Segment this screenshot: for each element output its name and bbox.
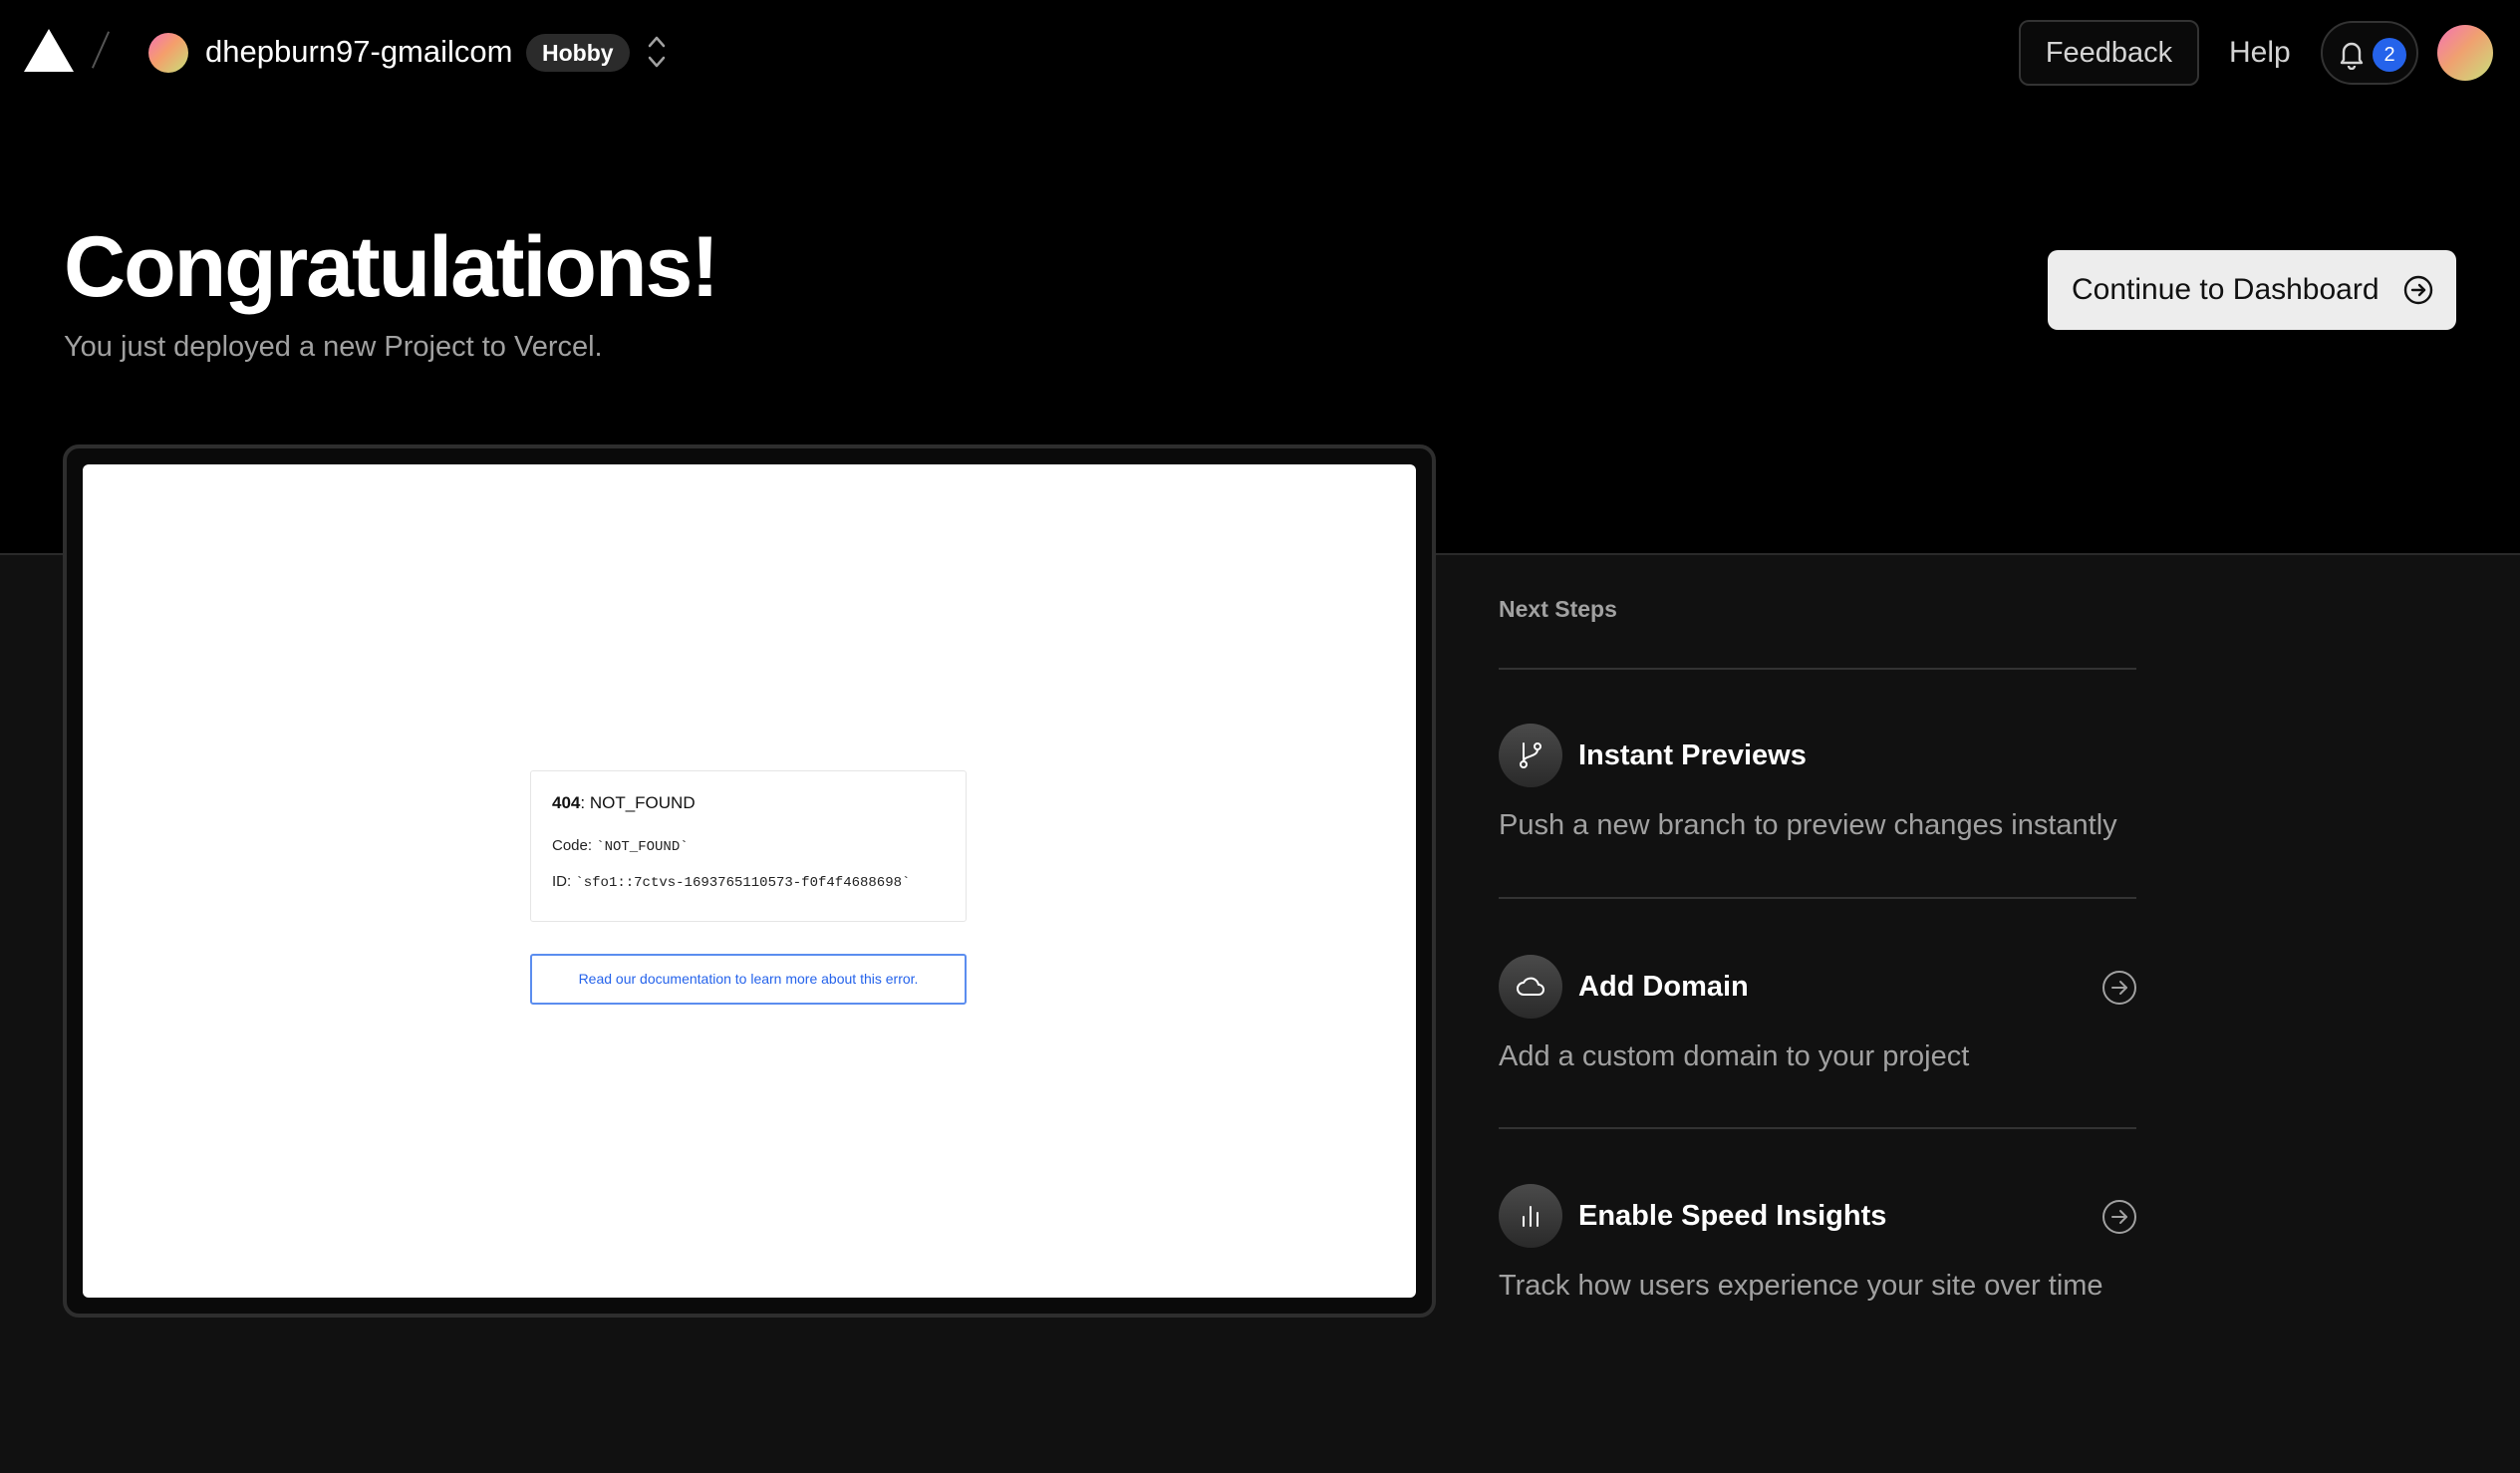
step-description: Push a new branch to preview changes ins…: [1499, 809, 2117, 841]
step-instant-previews[interactable]: Instant Previews Push a new branch to pr…: [1499, 724, 2138, 853]
git-branch-icon: [1499, 724, 1562, 787]
deployment-preview-screenshot: 404: NOT_FOUND Code: `NOT_FOUND` ID: `sf…: [83, 464, 1416, 1298]
help-link[interactable]: Help: [2229, 30, 2291, 76]
error-code: 404: [552, 793, 581, 812]
error-code-value: `NOT_FOUND`: [596, 839, 689, 855]
continue-to-dashboard-label: Continue to Dashboard: [2072, 273, 2380, 306]
breadcrumb-separator: [91, 31, 111, 69]
step-enable-speed-insights[interactable]: Enable Speed Insights Track how users ex…: [1499, 1184, 2138, 1314]
error-documentation-link: Read our documentation to learn more abo…: [530, 954, 967, 1005]
step-description: Add a custom domain to your project: [1499, 1040, 1970, 1072]
cloud-icon: [1499, 955, 1562, 1019]
step-title: Enable Speed Insights: [1578, 1200, 1887, 1232]
step-add-domain[interactable]: Add Domain Add a custom domain to your p…: [1499, 955, 2138, 1084]
bell-icon: [2340, 42, 2364, 70]
continue-to-dashboard-button[interactable]: Continue to Dashboard: [2048, 250, 2456, 330]
notification-count-badge: 2: [2373, 38, 2406, 72]
bar-chart-icon: [1499, 1184, 1562, 1248]
arrow-circle-right-icon[interactable]: [2100, 1198, 2138, 1236]
team-avatar[interactable]: [148, 33, 188, 73]
arrow-circle-right-icon: [2403, 275, 2433, 305]
error-box: 404: NOT_FOUND Code: `NOT_FOUND` ID: `sf…: [530, 770, 967, 922]
top-navbar: dhepburn97-gmailcom Hobby Feedback Help …: [0, 0, 2520, 106]
error-code-label: Code:: [552, 837, 597, 854]
error-name: : NOT_FOUND: [580, 793, 696, 812]
step-title: Instant Previews: [1578, 739, 1807, 771]
chevron-up-down-icon[interactable]: [644, 32, 670, 72]
plan-badge: Hobby: [526, 34, 630, 72]
team-name[interactable]: dhepburn97-gmailcom: [205, 30, 512, 74]
page-title: Congratulations!: [64, 219, 719, 315]
feedback-button[interactable]: Feedback: [2019, 20, 2199, 86]
error-code-line: Code: `NOT_FOUND`: [552, 837, 689, 855]
error-id-value: `sfo1::7ctvs-1693765110573-f0f4f4688698`: [575, 875, 911, 891]
arrow-circle-right-icon[interactable]: [2100, 969, 2138, 1007]
step-description: Track how users experience your site ove…: [1499, 1270, 2103, 1302]
page-subtitle: You just deployed a new Project to Verce…: [64, 331, 603, 363]
divider: [1499, 897, 2136, 899]
step-title: Add Domain: [1578, 971, 1749, 1003]
divider: [1499, 1127, 2136, 1129]
next-steps-heading: Next Steps: [1499, 596, 1617, 622]
vercel-logo-icon[interactable]: [24, 29, 74, 72]
error-title: 404: NOT_FOUND: [552, 793, 696, 813]
error-id-line: ID: `sfo1::7ctvs-1693765110573-f0f4f4688…: [552, 873, 910, 891]
error-id-label: ID:: [552, 873, 576, 890]
deployment-preview[interactable]: 404: NOT_FOUND Code: `NOT_FOUND` ID: `sf…: [63, 444, 1436, 1318]
divider: [1499, 668, 2136, 670]
notifications-button[interactable]: 2: [2321, 21, 2418, 85]
user-avatar[interactable]: [2437, 25, 2493, 81]
